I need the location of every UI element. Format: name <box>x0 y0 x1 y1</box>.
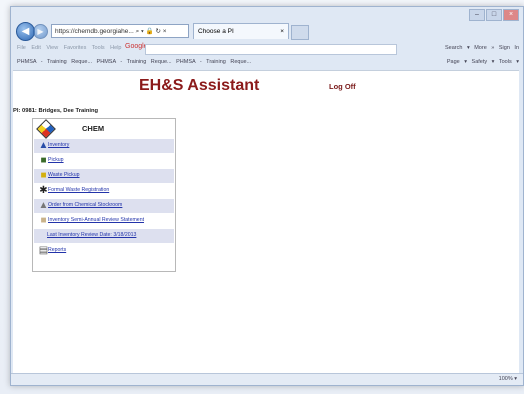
menu-row-review-date[interactable]: Last Inventory Review Date: 3/18/2013 <box>34 229 174 243</box>
tab-label: Choose a PI <box>198 28 234 35</box>
browser-tab[interactable]: Choose a PI × <box>193 23 289 39</box>
menu-row-review-statement[interactable]: ■ Inventory Semi-Annual Review Statement <box>34 214 174 228</box>
chem-label: CHEM <box>82 124 105 133</box>
zoom-control[interactable]: 100% ▾ <box>499 376 517 382</box>
waste-registration-link[interactable]: Formal Waste Registration <box>48 187 109 193</box>
close-icon[interactable]: × <box>503 9 519 21</box>
reports-link[interactable]: Reports <box>48 247 66 253</box>
page-content: EH&S Assistant Log Off PI: 0981: Bridges… <box>13 70 519 374</box>
new-tab-button[interactable] <box>291 25 309 40</box>
forward-button[interactable]: ▶ <box>33 24 48 39</box>
favorites-bar: PHMSA - Training Reque... PHMSA - Traini… <box>11 56 523 69</box>
stockroom-link[interactable]: Order from Chemical Stockroom <box>48 202 122 208</box>
google-search-input[interactable] <box>145 44 397 55</box>
tab-close-icon[interactable]: × <box>280 24 284 40</box>
review-date-link[interactable]: Last Inventory Review Date: 3/18/2013 <box>47 232 136 238</box>
review-statement-link[interactable]: Inventory Semi-Annual Review Statement <box>48 217 144 223</box>
menu-row-waste-registration[interactable]: ✱ Formal Waste Registration <box>34 184 174 198</box>
window-controls: – □ × <box>469 9 519 21</box>
minimize-icon[interactable]: – <box>469 9 485 21</box>
menu-row-pickup[interactable]: ■ Pickup <box>34 154 174 168</box>
search-controls[interactable]: Search ▾ More » Sign In <box>445 45 519 51</box>
pi-info: PI: 0981: Bridges, Dee Training <box>13 108 99 114</box>
browser-window: – □ × ◀ ▶ https://chemdb.georgiahe... ⌕ … <box>10 6 524 386</box>
inventory-link[interactable]: Inventory <box>48 142 69 148</box>
address-bar[interactable]: https://chemdb.georgiahe... ⌕ ▾ 🔒 ↻ × <box>51 24 189 38</box>
favorites-links[interactable]: PHMSA - Training Reque... PHMSA - Traini… <box>17 59 251 65</box>
page-title: EH&S Assistant <box>139 77 260 94</box>
address-row: ◀ ▶ https://chemdb.georgiahe... ⌕ ▾ 🔒 ↻ … <box>11 21 523 41</box>
hazard-diamond-icon <box>36 119 56 139</box>
chem-header: CHEM <box>34 119 174 139</box>
command-bar-tools[interactable]: Page ▾ Safety ▾ Tools ▾ <box>447 59 519 65</box>
menu-items[interactable]: File Edit View Favorites Tools Help <box>17 45 121 51</box>
waste-pickup-link[interactable]: Waste Pickup <box>48 172 80 178</box>
menu-row-stockroom[interactable]: ▲ Order from Chemical Stockroom <box>34 199 174 213</box>
chem-panel: CHEM ▲ Inventory ■ Pickup ■ Waste Pickup… <box>32 118 176 272</box>
menu-row-reports[interactable]: ▤ Reports <box>34 244 174 258</box>
menu-row-waste-pickup[interactable]: ■ Waste Pickup <box>34 169 174 183</box>
log-off-link[interactable]: Log Off <box>329 82 356 91</box>
pickup-link[interactable]: Pickup <box>48 157 64 163</box>
maximize-icon[interactable]: □ <box>486 9 502 21</box>
menu-row-inventory[interactable]: ▲ Inventory <box>34 139 174 153</box>
status-bar: 100% ▾ <box>11 373 523 385</box>
menu-bar: File Edit View Favorites Tools Help Goog… <box>11 43 523 55</box>
